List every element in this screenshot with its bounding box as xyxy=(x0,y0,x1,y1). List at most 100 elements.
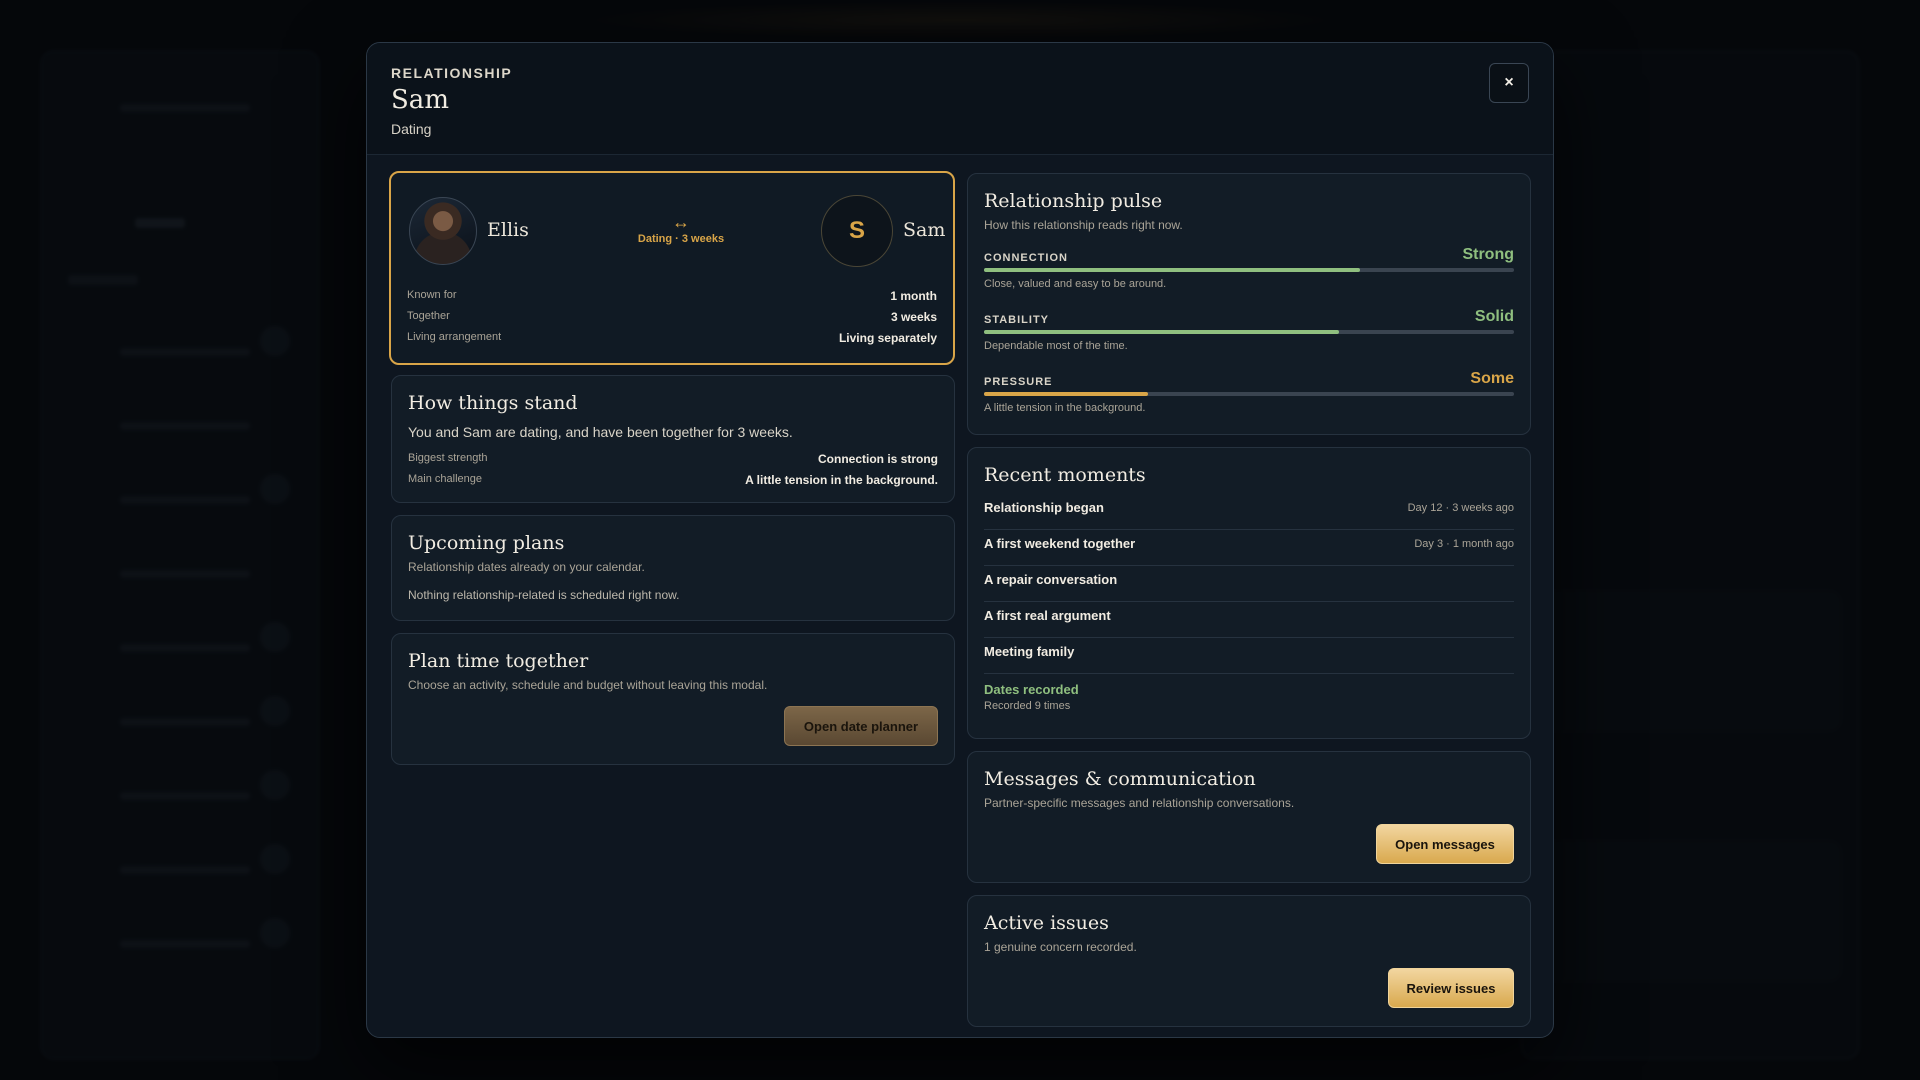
moment-title: Meeting family xyxy=(984,644,1075,659)
dates-recorded-label: Dates recorded xyxy=(984,682,1079,697)
background-section-label xyxy=(68,275,138,285)
background-nav-item xyxy=(60,312,310,376)
card-title: Plan time together xyxy=(408,650,589,672)
recent-moments-card: Recent moments Relationship began Day 12… xyxy=(967,447,1531,739)
fact-row: Together 3 weeks xyxy=(407,310,937,328)
metric-value: Solid xyxy=(1474,308,1514,325)
card-subtitle: Choose an activity, schedule and budget … xyxy=(408,678,768,692)
messages-card: Messages & communication Partner-specifi… xyxy=(967,751,1531,883)
card-subtitle: How this relationship reads right now. xyxy=(984,218,1183,232)
right-partner-name: Sam xyxy=(903,219,946,241)
modal-title: Sam xyxy=(391,85,449,115)
metric-pressure: PRESSURE Some A little tension in the ba… xyxy=(984,370,1514,424)
moment-row: Meeting family xyxy=(984,638,1514,674)
background-nav-item xyxy=(60,904,310,968)
card-subtitle: Partner-specific messages and relationsh… xyxy=(984,796,1295,810)
fact-label: Biggest strength xyxy=(408,452,488,464)
stand-summary: You and Sam are dating, and have been to… xyxy=(408,424,793,440)
card-title: Relationship pulse xyxy=(984,190,1163,212)
metric-value: Some xyxy=(1470,370,1514,387)
modal-eyebrow: RELATIONSHIP xyxy=(391,65,513,81)
fact-value: A little tension in the background. xyxy=(745,473,938,487)
moment-row: A first real argument xyxy=(984,602,1514,638)
link-status: Dating · 3 weeks xyxy=(637,233,725,245)
close-icon: × xyxy=(1504,74,1514,91)
how-things-stand-card: How things stand You and Sam are dating,… xyxy=(391,375,955,503)
fact-label: Together xyxy=(407,310,450,322)
metric-track xyxy=(984,330,1514,334)
sam-avatar: S xyxy=(821,195,893,267)
fact-label: Known for xyxy=(407,289,457,301)
moment-title: Relationship began xyxy=(984,500,1104,515)
background-nav-item xyxy=(60,682,310,746)
background-nav-item xyxy=(60,756,310,820)
plan-time-card: Plan time together Choose an activity, s… xyxy=(391,633,955,765)
moment-title: A first weekend together xyxy=(984,536,1136,551)
background-logo-subtitle xyxy=(120,104,250,112)
empty-state: Nothing relationship-related is schedule… xyxy=(408,588,680,602)
dates-recorded-count: Recorded 9 times xyxy=(984,700,1071,712)
background-nav-item xyxy=(60,460,310,524)
fact-value: Connection is strong xyxy=(818,452,938,466)
metric-connection: CONNECTION Strong Close, valued and easy… xyxy=(984,246,1514,300)
background-nav-item xyxy=(60,608,310,672)
metric-label: CONNECTION xyxy=(984,252,1068,264)
open-date-planner-button[interactable]: Open date planner xyxy=(784,706,938,746)
fact-value: Living separately xyxy=(838,331,937,345)
moment-row: Relationship began Day 12 · 3 weeks ago xyxy=(984,494,1514,530)
background-main-panel xyxy=(1520,50,1860,1060)
metric-fill xyxy=(984,330,1340,334)
card-title: Messages & communication xyxy=(984,768,1256,790)
relationship-modal: RELATIONSHIP Sam Dating × Ellis ↔ Dating… xyxy=(366,42,1554,1038)
card-title: Recent moments xyxy=(984,464,1146,486)
upcoming-plans-card: Upcoming plans Relationship dates alread… xyxy=(391,515,955,621)
metric-fill xyxy=(984,268,1361,272)
metric-label: STABILITY xyxy=(984,314,1050,326)
metric-track xyxy=(984,268,1514,272)
moment-date: Day 3 · 1 month ago xyxy=(1414,538,1514,550)
active-issues-card: Active issues 1 genuine concern recorded… xyxy=(967,895,1531,1027)
moment-title: A first real argument xyxy=(984,608,1111,623)
couple-card: Ellis ↔ Dating · 3 weeks S Sam Known for… xyxy=(389,171,955,365)
fact-value: 1 month xyxy=(890,289,937,303)
ellis-avatar xyxy=(409,197,477,265)
moment-date: Day 12 · 3 weeks ago xyxy=(1407,502,1514,514)
fact-value: 3 weeks xyxy=(890,310,937,324)
background-user-sub xyxy=(135,218,185,228)
review-issues-button[interactable]: Review issues xyxy=(1388,968,1514,1008)
metric-description: Close, valued and easy to be around. xyxy=(984,278,1167,290)
moment-row: A repair conversation xyxy=(984,566,1514,602)
metric-label: PRESSURE xyxy=(984,376,1053,388)
modal-header: RELATIONSHIP Sam Dating × xyxy=(367,43,1553,155)
moment-title: A repair conversation xyxy=(984,572,1118,587)
fact-row: Living arrangement Living separately xyxy=(407,331,937,349)
card-title: How things stand xyxy=(408,392,578,414)
metric-description: A little tension in the background. xyxy=(984,402,1146,414)
top-glow xyxy=(560,0,1360,40)
moment-row: A first weekend together Day 3 · 1 month… xyxy=(984,530,1514,566)
open-messages-button[interactable]: Open messages xyxy=(1376,824,1514,864)
background-nav-item xyxy=(60,534,310,598)
metric-track xyxy=(984,392,1514,396)
metric-stability: STABILITY Solid Dependable most of the t… xyxy=(984,308,1514,362)
background-nav-item xyxy=(60,830,310,894)
left-partner-name: Ellis xyxy=(487,219,529,241)
card-title: Upcoming plans xyxy=(408,532,565,554)
card-subtitle: 1 genuine concern recorded. xyxy=(984,940,1137,954)
relationship-link: ↔ Dating · 3 weeks xyxy=(611,213,751,245)
link-arrow-icon: ↔ xyxy=(672,212,690,232)
fact-label: Living arrangement xyxy=(407,331,502,343)
fact-row: Known for 1 month xyxy=(407,289,937,307)
relationship-pulse-card: Relationship pulse How this relationship… xyxy=(967,173,1531,435)
card-subtitle: Relationship dates already on your calen… xyxy=(408,560,645,574)
background-nav-item xyxy=(60,386,310,450)
close-button[interactable]: × xyxy=(1489,63,1529,103)
metric-description: Dependable most of the time. xyxy=(984,340,1128,352)
card-title: Active issues xyxy=(984,912,1109,934)
fact-label: Main challenge xyxy=(408,473,482,485)
metric-value: Strong xyxy=(1462,246,1514,263)
metric-fill xyxy=(984,392,1149,396)
modal-subtitle: Dating xyxy=(391,121,432,137)
fact-row: Biggest strength Connection is strong xyxy=(408,452,938,470)
fact-row: Main challenge A little tension in the b… xyxy=(408,473,938,491)
